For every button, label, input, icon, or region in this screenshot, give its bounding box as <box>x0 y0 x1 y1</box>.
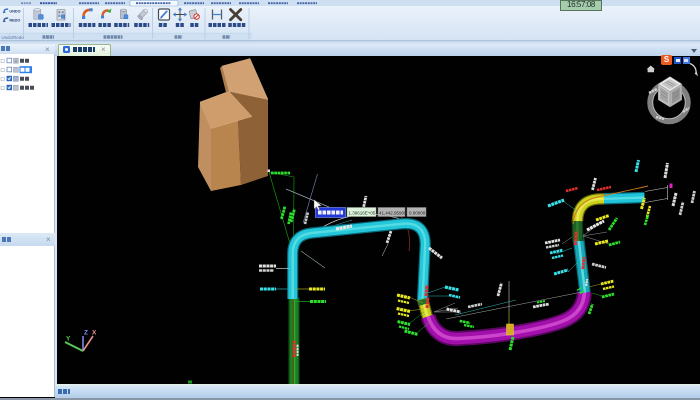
svg-text:0.00000: 0.00000 <box>409 210 426 215</box>
svg-text:X: X <box>92 330 97 337</box>
svg-text:UNDO: UNDO <box>9 10 20 14</box>
svg-text:1.39616E+05: 1.39616E+05 <box>349 210 376 215</box>
svg-text:41,442.95909: 41,442.95909 <box>379 210 407 215</box>
svg-text:Z: Z <box>84 330 88 337</box>
svg-text:Y: Y <box>66 336 71 343</box>
svg-text:Undo/Redo: Undo/Redo <box>2 35 25 40</box>
svg-text:REDO: REDO <box>9 19 20 23</box>
